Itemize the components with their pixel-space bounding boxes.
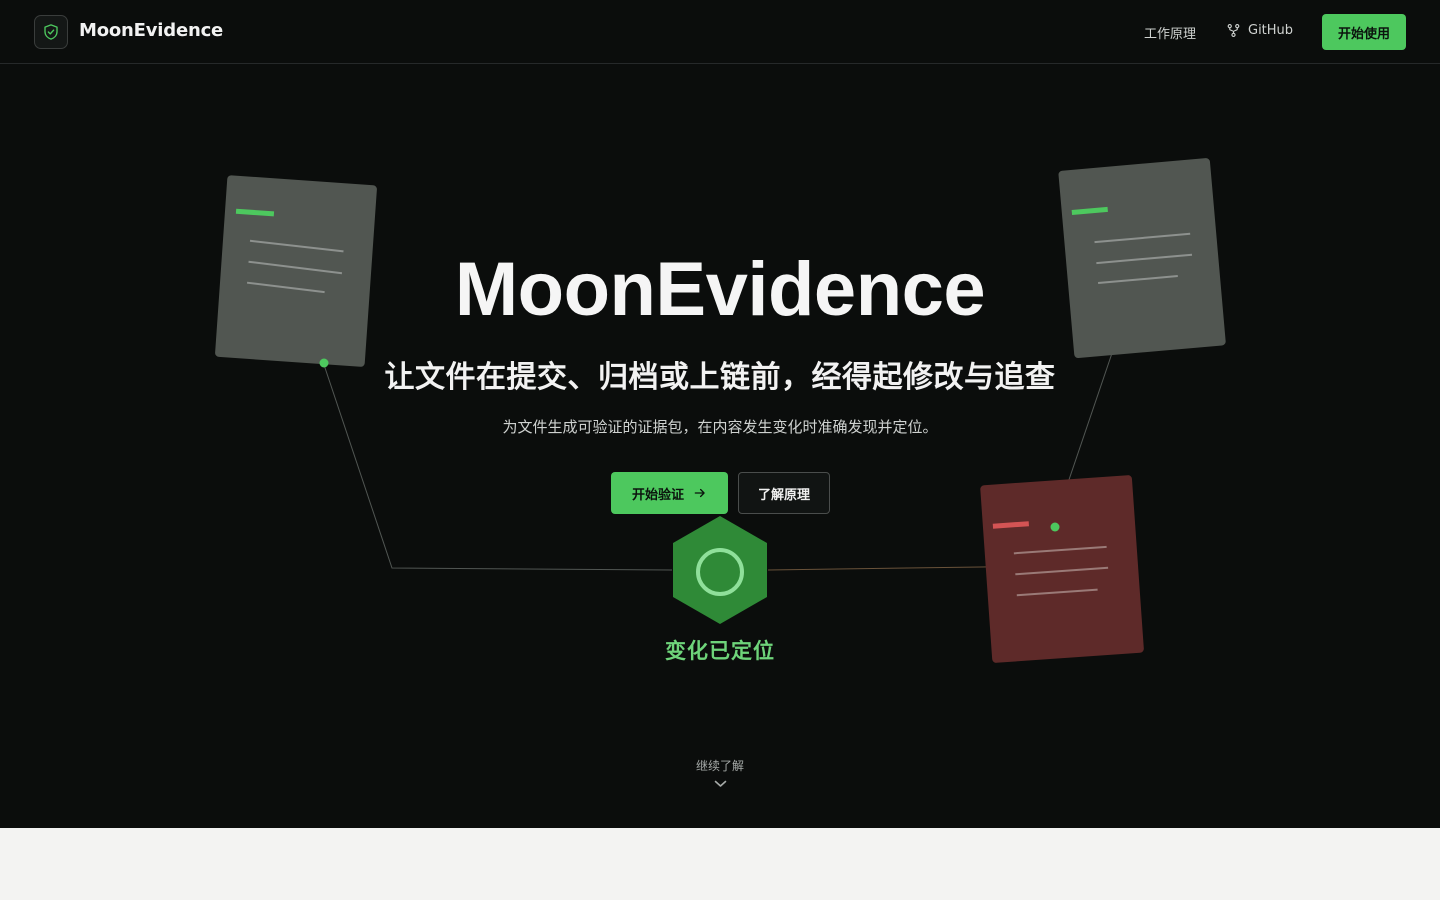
chevron-down-icon xyxy=(714,780,726,787)
nav-link-github[interactable]: GitHub xyxy=(1226,23,1293,38)
verification-hexagon xyxy=(673,516,767,624)
logo[interactable] xyxy=(34,15,68,49)
nav-link-github-label: GitHub xyxy=(1248,23,1294,38)
arrow-right-icon xyxy=(694,488,705,498)
github-fork-icon xyxy=(1227,24,1240,37)
nav-link-how-it-works-label: 工作原理 xyxy=(1144,27,1197,42)
next-section xyxy=(0,828,1440,900)
top-navigation: MoonEvidence 工作原理 GitHub 开始使用 xyxy=(0,0,1440,64)
get-started-button[interactable]: 开始使用 xyxy=(1322,14,1406,50)
status-located-label: 变化已定位 xyxy=(665,639,775,663)
learn-how-button[interactable]: 了解原理 xyxy=(738,472,830,514)
scroll-hint[interactable]: 继续了解 xyxy=(0,757,1440,788)
hero-title: MoonEvidence xyxy=(454,247,986,332)
node-dot-right xyxy=(1050,522,1060,532)
shield-check-icon xyxy=(44,24,58,40)
nav-link-how-it-works[interactable]: 工作原理 xyxy=(1144,23,1196,42)
scroll-hint-label: 继续了解 xyxy=(695,759,744,773)
brand-name[interactable]: MoonEvidence xyxy=(79,20,223,41)
hero-subtitle: 让文件在提交、归档或上链前，经得起修改与追查 xyxy=(384,360,1056,395)
learn-how-label: 了解原理 xyxy=(757,487,810,503)
hero-description: 为文件生成可验证的证据包，在内容发生变化时准确发现并定位。 xyxy=(502,418,938,436)
start-verification-label: 开始验证 xyxy=(631,487,684,503)
hero-section: MoonEvidence 工作原理 GitHub 开始使用 MoonEviden… xyxy=(0,0,1440,828)
hero-illustration xyxy=(215,158,1226,663)
start-verification-button[interactable]: 开始验证 xyxy=(611,472,728,514)
